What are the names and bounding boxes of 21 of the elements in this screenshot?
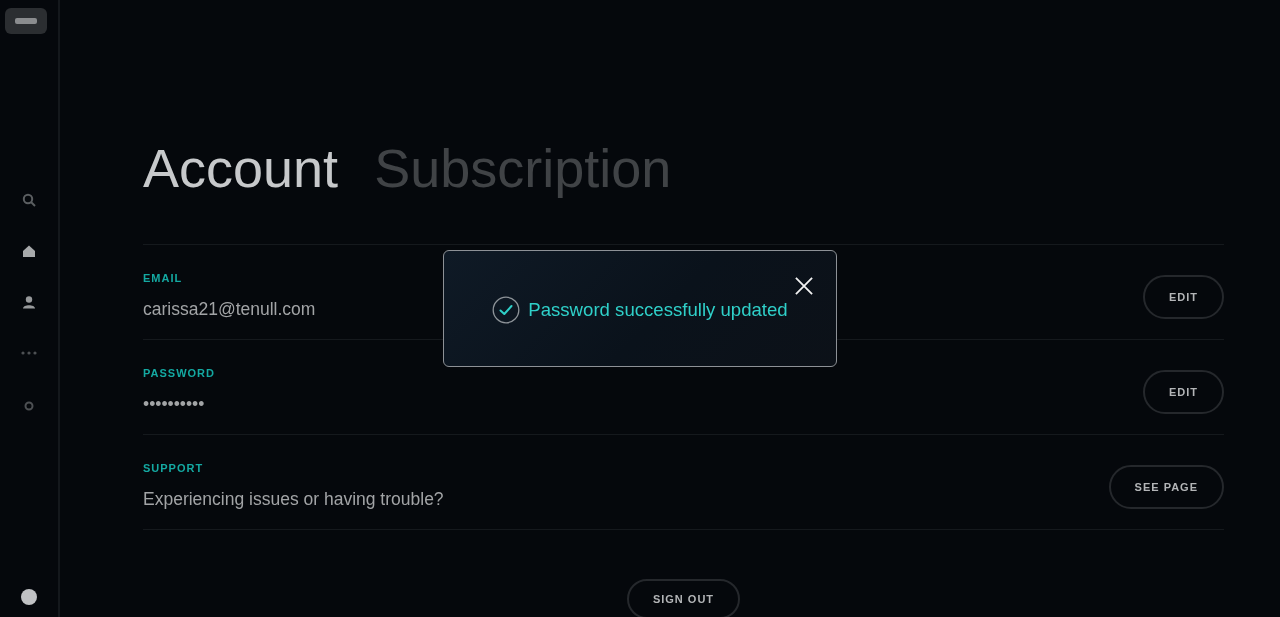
field-value: Experiencing issues or having trouble? — [143, 489, 444, 509]
field-label: EMAIL — [143, 271, 183, 285]
search-icon[interactable] — [22, 193, 36, 207]
sign-out-button[interactable]: SIGN OUT — [626, 579, 741, 617]
toast-message: Password successfully updated — [528, 297, 788, 322]
more-icon[interactable] — [21, 351, 37, 355]
action-button[interactable]: EDIT — [1142, 370, 1224, 414]
avatar-icon[interactable] — [21, 589, 37, 605]
action-button[interactable]: EDIT — [1142, 275, 1224, 319]
close-icon[interactable] — [795, 277, 813, 295]
action-button[interactable]: SEE PAGE — [1108, 465, 1224, 509]
tab[interactable]: Account — [143, 140, 339, 196]
check-circle-icon — [492, 295, 521, 324]
user-icon[interactable] — [22, 295, 36, 309]
home-icon[interactable] — [22, 244, 36, 258]
field-label: PASSWORD — [143, 366, 215, 380]
logo-icon[interactable] — [5, 8, 47, 34]
field-value: •••••••••• — [143, 394, 205, 414]
field-label: SUPPORT — [143, 461, 204, 475]
circle-icon[interactable] — [24, 401, 34, 411]
field-value: carissa21@tenull.com — [143, 299, 316, 319]
